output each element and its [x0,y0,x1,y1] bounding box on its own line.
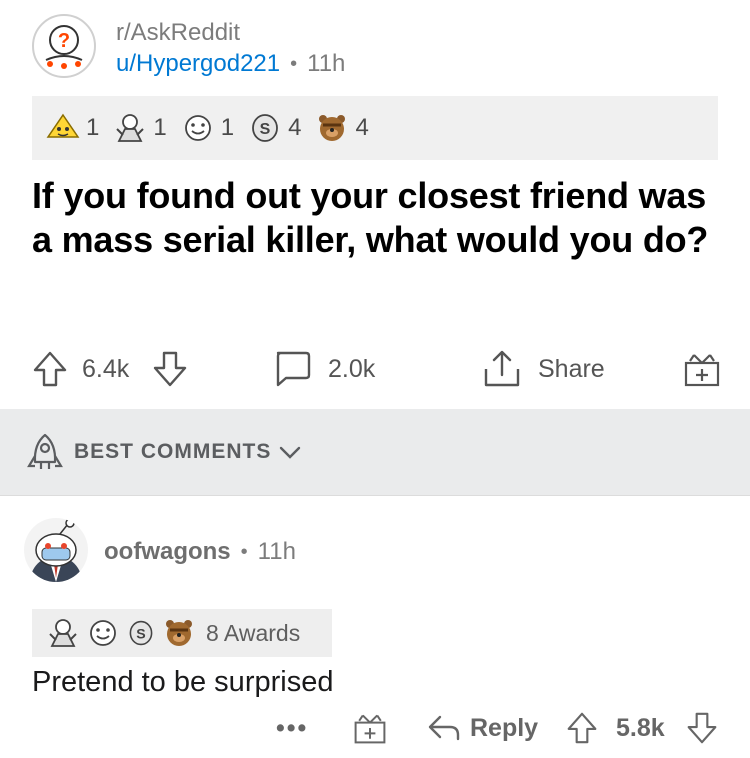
meta-separator: • [290,53,298,75]
facepalm-bear-award-icon [166,620,192,646]
award-facepalm-bear: 4 [315,113,369,143]
comment-count: 2.0k [328,354,376,383]
comment-avatar[interactable] [24,518,88,582]
post-age: 11h [307,50,346,77]
give-award-button[interactable] [352,706,388,750]
chevron-down-icon [280,446,301,459]
sort-label: BEST COMMENTS [74,440,272,463]
wholesome-award-icon [184,115,211,141]
award-count: 1 [153,114,167,141]
downvote-arrow-icon [687,712,717,744]
more-options-button[interactable]: ••• [276,706,308,750]
share-label: Share [538,354,605,383]
comment-upvote-button[interactable] [566,706,598,750]
meta-separator: • [240,540,248,563]
gift-icon [684,354,720,387]
comment-awards-bar[interactable]: S 8 Awards [32,609,332,657]
rocket-icon [27,433,63,469]
silver-award-icon: S [129,620,153,646]
post-action-bar: 6.4k 2.0k Share [32,345,722,393]
award-wholesome [86,618,120,648]
subreddit-avatar[interactable]: ? [32,14,96,78]
give-award-button[interactable] [682,345,722,393]
award-silver: S 4 [248,113,301,143]
snoo-avatar-icon [30,518,82,582]
helpful-award-icon [46,113,80,138]
award-count: 4 [288,114,302,141]
comment-sort-bar[interactable]: BEST COMMENTS [0,409,750,496]
award-silver: S [126,618,156,648]
silver-award-icon: S [252,114,278,142]
svg-text:?: ? [58,30,70,52]
award-count: 4 [355,114,369,141]
award-count: 1 [220,114,235,141]
comments-button[interactable]: 2.0k [272,345,375,393]
award-facepalm-bear [162,618,196,648]
share-icon [484,350,520,387]
wholesome-award-icon [90,620,116,646]
award-count: 1 [86,114,100,141]
upvote-arrow-icon [33,351,67,387]
award-wholesome: 1 [181,113,234,143]
award-energy [46,618,80,648]
award-helpful: 1 [46,113,99,143]
post-score: 6.4k [82,354,130,383]
comment-action-bar: ••• Reply 5.8k [0,706,750,750]
upvote-button[interactable] [32,345,68,393]
upvote-arrow-icon [567,712,597,744]
facepalm-bear-award-icon [319,115,346,141]
post-awards-bar[interactable]: 1 1 1 S 4 4 [32,96,718,160]
post-title[interactable]: If you found out your closest friend was… [32,174,712,262]
share-button[interactable]: Share [482,345,605,393]
post-header: ? r/AskReddit u/Hypergod221 • 11h [32,14,345,80]
svg-text:S: S [136,625,145,641]
take-my-energy-award-icon [116,114,145,142]
post-author[interactable]: u/Hypergod221 [116,48,280,80]
comment-age: 11h [257,538,296,565]
comment-meta: oofwagons • 11h [104,538,296,566]
comment-downvote-button[interactable] [686,706,718,750]
awards-count-label: 8 Awards [206,619,301,646]
askreddit-icon: ? [45,25,83,69]
downvote-button[interactable] [152,345,188,393]
downvote-arrow-icon [153,351,187,387]
subreddit-name[interactable]: r/AskReddit [116,18,345,48]
comment-bubble-icon [276,351,311,387]
comment-score: 5.8k [616,713,665,742]
award-energy: 1 [113,113,167,143]
gift-icon [354,714,386,744]
svg-text:S: S [260,121,271,138]
comment-body: Pretend to be surprised [32,666,334,698]
reply-button[interactable]: Reply [426,706,538,750]
reply-label: Reply [470,713,539,742]
take-my-energy-award-icon [49,619,77,647]
comment-author[interactable]: oofwagons [104,538,231,566]
reply-arrow-icon [428,715,460,741]
